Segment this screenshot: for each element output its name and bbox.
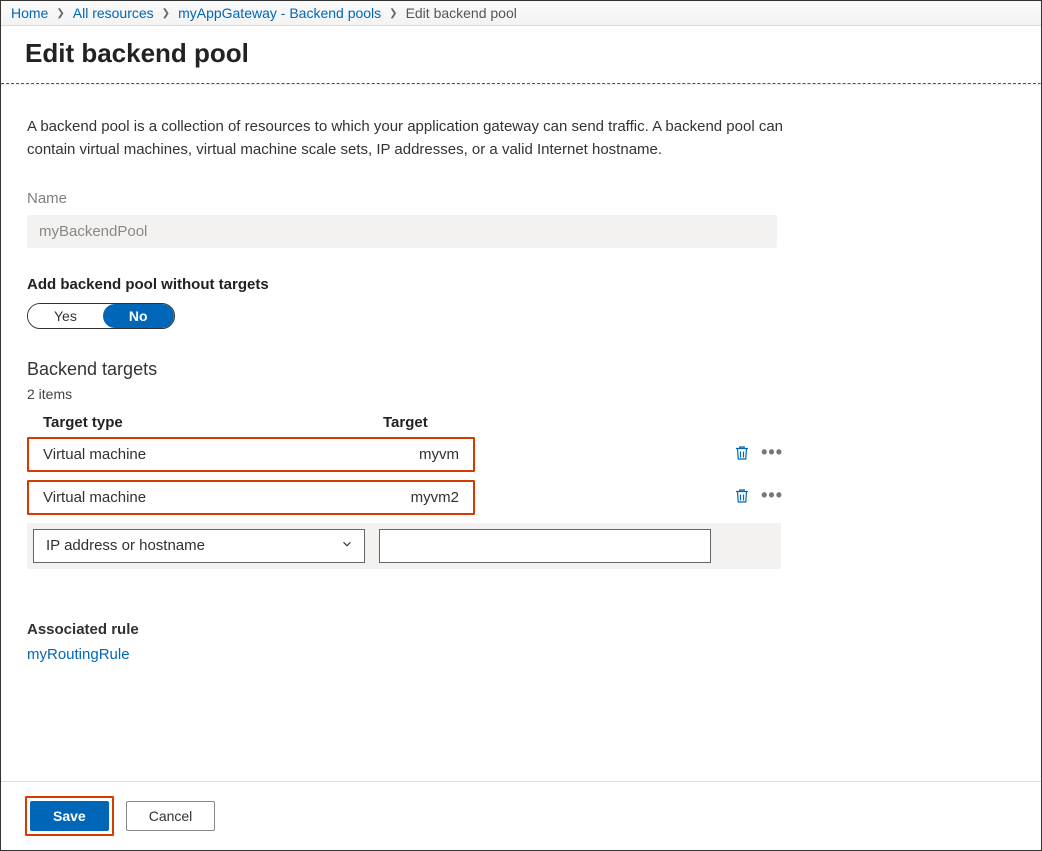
toggle-no[interactable]: No bbox=[103, 304, 174, 328]
table-row: Virtual machine myvm ••• bbox=[27, 437, 787, 472]
breadcrumb: Home ❯ All resources ❯ myAppGateway - Ba… bbox=[1, 1, 1041, 26]
name-input: myBackendPool bbox=[27, 215, 777, 248]
associated-rule-link[interactable]: myRoutingRule bbox=[27, 646, 130, 663]
target-value-input[interactable] bbox=[379, 529, 711, 563]
table-row: Virtual machine myvm2 ••• bbox=[27, 480, 787, 515]
backend-targets-label: Backend targets bbox=[27, 359, 1015, 380]
chevron-right-icon: ❯ bbox=[56, 8, 64, 19]
save-button[interactable]: Save bbox=[30, 801, 109, 831]
cell-target: myvm bbox=[383, 446, 459, 463]
cancel-button[interactable]: Cancel bbox=[126, 801, 216, 831]
target-type-select-value: IP address or hostname bbox=[46, 537, 205, 554]
chevron-right-icon: ❯ bbox=[389, 8, 397, 19]
table-header: Target type Target bbox=[27, 414, 787, 431]
breadcrumb-gateway[interactable]: myAppGateway - Backend pools bbox=[178, 5, 381, 21]
associated-rule-label: Associated rule bbox=[27, 621, 1015, 638]
target-row-highlight: Virtual machine myvm2 bbox=[27, 480, 475, 515]
without-targets-toggle[interactable]: Yes No bbox=[27, 303, 175, 329]
more-icon[interactable]: ••• bbox=[761, 443, 783, 466]
breadcrumb-home[interactable]: Home bbox=[11, 5, 48, 21]
target-type-select[interactable]: IP address or hostname bbox=[33, 529, 365, 563]
name-label: Name bbox=[27, 190, 1015, 207]
without-targets-label: Add backend pool without targets bbox=[27, 276, 1015, 293]
footer-actions: Save Cancel bbox=[1, 781, 1041, 850]
chevron-down-icon bbox=[340, 537, 354, 555]
cell-target-type: Virtual machine bbox=[43, 446, 383, 463]
save-highlight: Save bbox=[25, 796, 114, 836]
breadcrumb-current: Edit backend pool bbox=[406, 5, 517, 21]
page-title: Edit backend pool bbox=[1, 26, 1041, 83]
intro-text: A backend pool is a collection of resour… bbox=[27, 115, 787, 162]
items-count: 2 items bbox=[27, 386, 1015, 402]
toggle-yes[interactable]: Yes bbox=[28, 304, 103, 328]
new-target-row: IP address or hostname bbox=[27, 523, 781, 569]
cell-target: myvm2 bbox=[383, 489, 459, 506]
breadcrumb-all-resources[interactable]: All resources bbox=[73, 5, 154, 21]
header-target-type: Target type bbox=[43, 414, 383, 431]
header-target: Target bbox=[383, 414, 771, 431]
delete-icon[interactable] bbox=[733, 443, 751, 466]
delete-icon[interactable] bbox=[733, 486, 751, 509]
chevron-right-icon: ❯ bbox=[162, 8, 170, 19]
target-row-highlight: Virtual machine myvm bbox=[27, 437, 475, 472]
more-icon[interactable]: ••• bbox=[761, 486, 783, 509]
cell-target-type: Virtual machine bbox=[43, 489, 383, 506]
